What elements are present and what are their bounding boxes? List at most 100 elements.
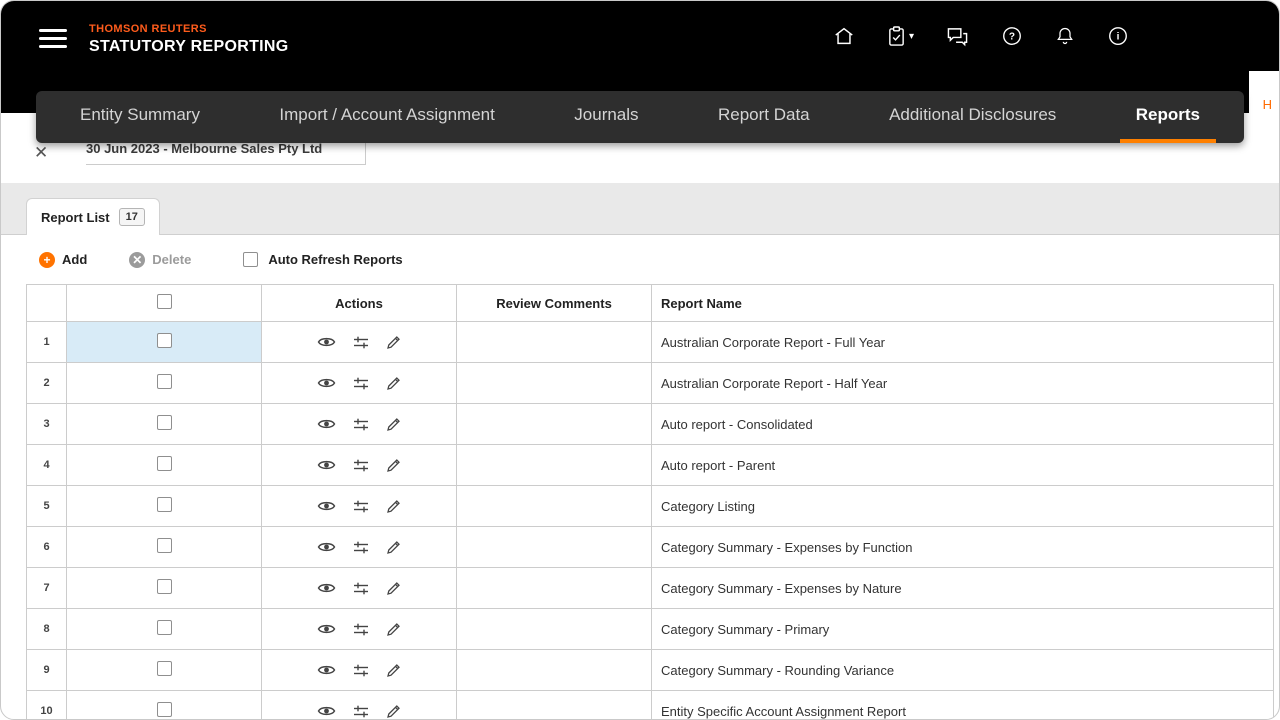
row-actions-cell <box>262 445 457 486</box>
row-checkbox[interactable] <box>157 497 172 512</box>
row-checkbox[interactable] <box>157 620 172 635</box>
view-icon[interactable] <box>317 581 336 595</box>
help-icon[interactable]: ? <box>1001 25 1023 47</box>
tab-reports[interactable]: Reports <box>1120 91 1216 143</box>
row-checkbox[interactable] <box>157 702 172 717</box>
row-checkbox-cell <box>67 404 262 445</box>
parameters-icon[interactable] <box>353 417 369 432</box>
row-checkbox-cell <box>67 650 262 691</box>
row-actions-cell <box>262 609 457 650</box>
table-row: 4 Auto report - Parent <box>27 445 1274 486</box>
report-list-tab[interactable]: Report List 17 <box>26 198 160 235</box>
row-actions-cell <box>262 527 457 568</box>
view-icon[interactable] <box>317 622 336 636</box>
review-comments-cell <box>457 568 652 609</box>
row-checkbox-cell <box>67 568 262 609</box>
tab-additional-disclosures[interactable]: Additional Disclosures <box>873 91 1072 143</box>
report-name[interactable]: Australian Corporate Report - Full Year <box>652 322 1274 363</box>
edit-icon[interactable] <box>386 704 401 719</box>
report-name[interactable]: Category Listing <box>652 486 1274 527</box>
report-list-tab-label: Report List <box>41 210 110 225</box>
table-row: 1Australian Corporate Report - Full Year <box>27 322 1274 363</box>
row-number: 6 <box>27 527 67 568</box>
view-icon[interactable] <box>317 499 336 513</box>
report-name[interactable]: Category Summary - Expenses by Function <box>652 527 1274 568</box>
table-row: 7Category Summary - Expenses by Nature <box>27 568 1274 609</box>
view-icon[interactable] <box>317 335 336 349</box>
report-name[interactable]: Entity Specific Account Assignment Repor… <box>652 691 1274 720</box>
review-comments-cell <box>457 650 652 691</box>
edit-icon[interactable] <box>386 540 401 555</box>
brand-name: THOMSON REUTERS <box>89 23 289 35</box>
view-icon[interactable] <box>317 663 336 677</box>
row-checkbox[interactable] <box>157 374 172 389</box>
view-icon[interactable] <box>317 704 336 718</box>
row-checkbox[interactable] <box>157 333 172 348</box>
edit-icon[interactable] <box>386 417 401 432</box>
row-checkbox[interactable] <box>157 415 172 430</box>
notifications-icon[interactable] <box>1055 25 1075 47</box>
tab-journals[interactable]: Journals <box>558 91 654 143</box>
add-button-label: Add <box>62 252 87 267</box>
row-number: 8 <box>27 609 67 650</box>
edit-icon[interactable] <box>386 458 401 473</box>
view-icon[interactable] <box>317 458 336 472</box>
edit-icon[interactable] <box>386 335 401 350</box>
tab-import-account-assignment[interactable]: Import / Account Assignment <box>263 91 510 143</box>
parameters-icon[interactable] <box>353 581 369 596</box>
row-number: 4 <box>27 445 67 486</box>
table-row: 8 Category Summary - Primary <box>27 609 1274 650</box>
view-icon[interactable] <box>317 417 336 431</box>
tab-entity-summary[interactable]: Entity Summary <box>64 91 216 143</box>
edit-icon[interactable] <box>386 663 401 678</box>
auto-refresh-checkbox[interactable] <box>243 252 258 267</box>
parameters-icon[interactable] <box>353 335 369 350</box>
edit-icon[interactable] <box>386 499 401 514</box>
row-checkbox[interactable] <box>157 579 172 594</box>
parameters-icon[interactable] <box>353 663 369 678</box>
close-icon[interactable]: ✕ <box>34 143 48 163</box>
tab-report-data[interactable]: Report Data <box>702 91 826 143</box>
delete-button[interactable]: ✕ Delete <box>129 252 191 268</box>
report-name[interactable]: Category Summary - Expenses by Nature <box>652 568 1274 609</box>
parameters-icon[interactable] <box>353 376 369 391</box>
report-count-badge: 17 <box>119 208 145 226</box>
add-icon: + <box>39 252 55 268</box>
tasks-icon[interactable]: ▾ <box>887 26 914 47</box>
menu-icon[interactable] <box>39 29 67 53</box>
actions-header: Actions <box>262 285 457 322</box>
view-icon[interactable] <box>317 540 336 554</box>
parameters-icon[interactable] <box>353 458 369 473</box>
row-checkbox[interactable] <box>157 661 172 676</box>
report-name[interactable]: Category Summary - Rounding Variance <box>652 650 1274 691</box>
view-icon[interactable] <box>317 376 336 390</box>
report-name[interactable]: Auto report - Consolidated <box>652 404 1274 445</box>
home-icon[interactable] <box>833 25 855 47</box>
row-number: 5 <box>27 486 67 527</box>
row-checkbox[interactable] <box>157 538 172 553</box>
parameters-icon[interactable] <box>353 622 369 637</box>
messages-icon[interactable] <box>946 26 969 47</box>
edit-icon[interactable] <box>386 376 401 391</box>
report-name[interactable]: Australian Corporate Report - Half Year <box>652 363 1274 404</box>
delete-icon: ✕ <box>129 252 145 268</box>
auto-refresh-control: Auto Refresh Reports <box>243 252 402 267</box>
parameters-icon[interactable] <box>353 499 369 514</box>
info-icon[interactable]: i <box>1107 25 1129 47</box>
select-all-checkbox[interactable] <box>157 294 172 309</box>
report-name[interactable]: Auto report - Parent <box>652 445 1274 486</box>
edit-icon[interactable] <box>386 622 401 637</box>
row-checkbox[interactable] <box>157 456 172 471</box>
clipped-edge-text: H <box>1263 97 1272 112</box>
table-row: 9Category Summary - Rounding Variance <box>27 650 1274 691</box>
row-actions-cell <box>262 404 457 445</box>
primary-nav: Entity Summary Import / Account Assignme… <box>36 91 1244 143</box>
edit-icon[interactable] <box>386 581 401 596</box>
parameters-icon[interactable] <box>353 704 369 719</box>
add-button[interactable]: + Add <box>39 252 87 268</box>
parameters-icon[interactable] <box>353 540 369 555</box>
brand-block: THOMSON REUTERS STATUTORY REPORTING <box>89 23 289 56</box>
row-actions-cell <box>262 363 457 404</box>
report-name[interactable]: Category Summary - Primary <box>652 609 1274 650</box>
svg-text:i: i <box>1117 32 1120 43</box>
